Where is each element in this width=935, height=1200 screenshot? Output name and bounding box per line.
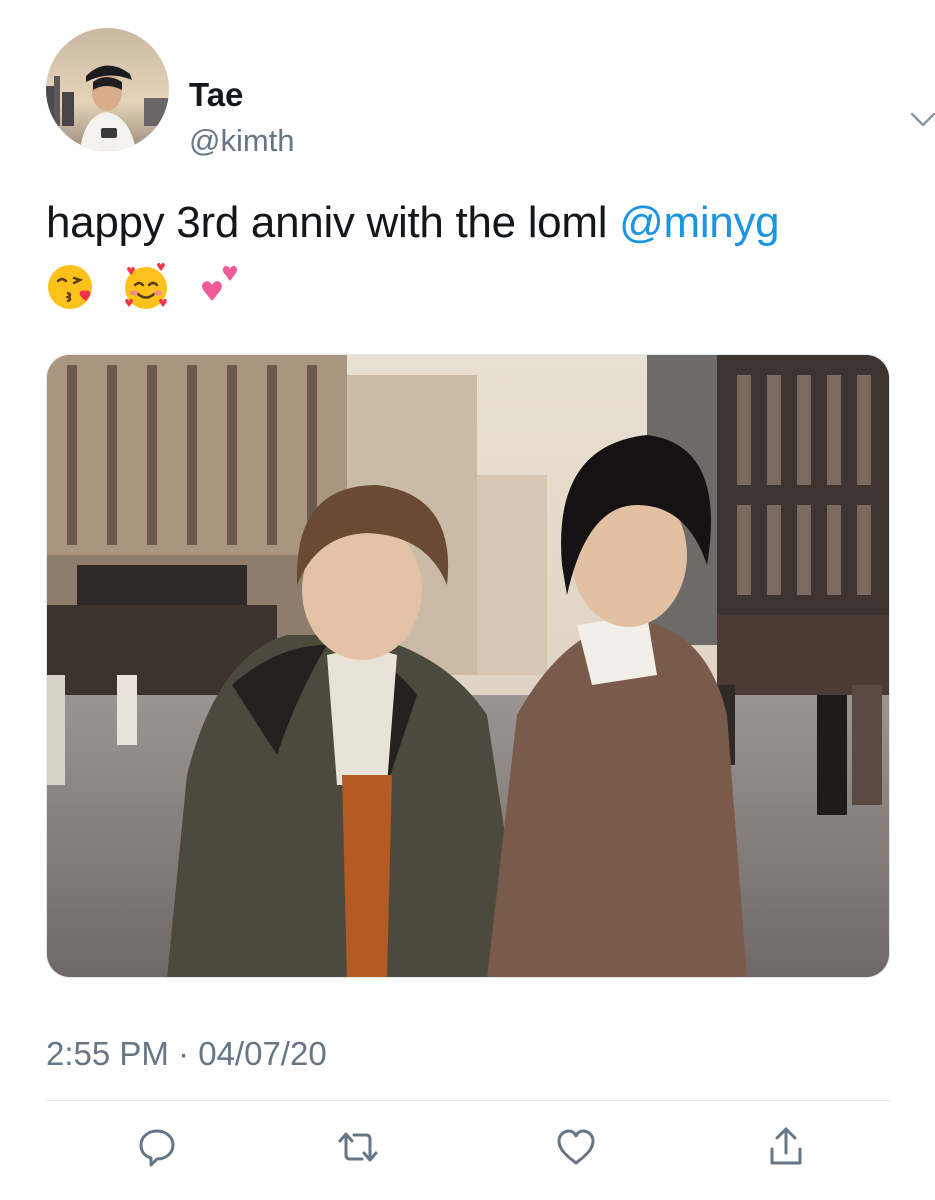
divider (46, 1100, 891, 1101)
kissing-face-with-heart-emoji (48, 265, 92, 310)
reply-button[interactable] (135, 1125, 179, 1169)
tweet-photo[interactable] (46, 354, 890, 978)
avatar-image (46, 28, 169, 151)
chevron-down-icon[interactable] (908, 104, 935, 134)
emoji-row (46, 258, 906, 310)
like-icon (557, 1129, 595, 1165)
tweet-header: Tae @kimth (46, 28, 935, 156)
tweet-timestamp[interactable]: 2:55 PM · 04/07/20 (46, 1035, 327, 1073)
retweet-button[interactable] (336, 1125, 380, 1169)
share-button[interactable] (764, 1125, 808, 1169)
tweet-actions-bar (0, 1125, 935, 1175)
tweet-text: happy 3rd anniv with the loml @minyg (46, 196, 906, 310)
author-handle[interactable]: @kimth (189, 125, 295, 156)
reply-icon (139, 1129, 175, 1167)
photo-image (47, 355, 889, 977)
retweet-icon (338, 1132, 378, 1162)
like-button[interactable] (554, 1125, 598, 1169)
tweet-body: happy 3rd anniv with the loml (46, 198, 620, 247)
share-icon (770, 1127, 802, 1165)
author-display-name[interactable]: Tae (189, 78, 243, 111)
two-hearts-emoji (202, 266, 237, 302)
mention-link[interactable]: @minyg (619, 198, 780, 247)
smiling-face-with-hearts-emoji (124, 263, 167, 310)
avatar[interactable] (46, 28, 169, 151)
